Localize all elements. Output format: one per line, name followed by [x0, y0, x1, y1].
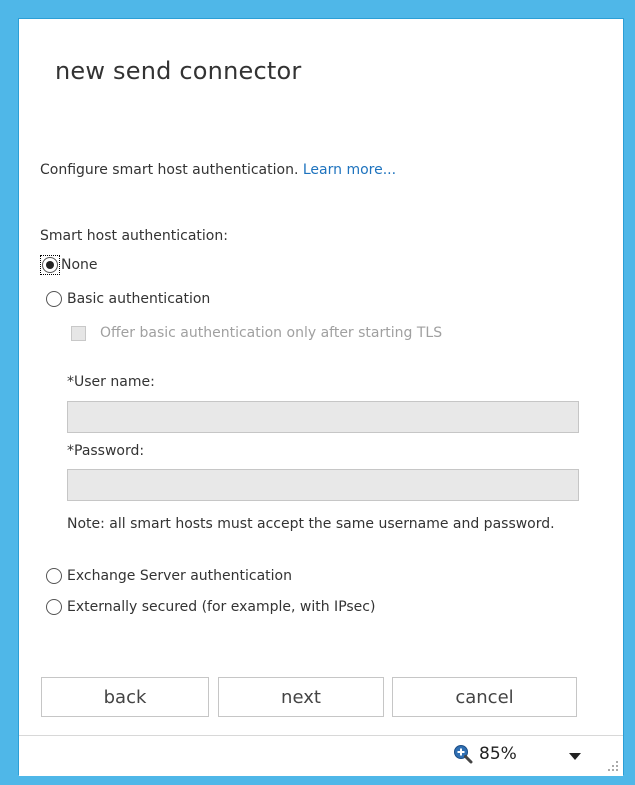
radio-externally-secured[interactable]: Externally secured (for example, with IP…	[46, 599, 375, 615]
zoom-in-icon[interactable]	[453, 744, 473, 764]
learn-more-link[interactable]: Learn more...	[303, 162, 396, 178]
zoom-control[interactable]: 85%	[453, 744, 517, 764]
radio-external-label: Externally secured (for example, with IP…	[67, 599, 376, 615]
radio-button-icon[interactable]	[46, 291, 62, 307]
radio-none[interactable]: None	[40, 255, 98, 275]
intro-text: Configure smart host authentication. Lea…	[40, 162, 396, 178]
radio-button-icon[interactable]	[46, 568, 62, 584]
status-bar: 85%	[19, 735, 623, 776]
smart-host-note: Note: all smart hosts must accept the sa…	[67, 516, 555, 532]
chevron-down-icon[interactable]	[569, 753, 581, 761]
tls-checkbox-label: Offer basic authentication only after st…	[100, 325, 443, 341]
back-button[interactable]: back	[41, 677, 209, 717]
radio-basic-auth[interactable]: Basic authentication	[46, 291, 210, 307]
zoom-level: 85%	[479, 744, 517, 764]
smart-host-auth-label: Smart host authentication:	[40, 228, 228, 244]
password-label: *Password:	[67, 443, 145, 459]
radio-exchange-auth[interactable]: Exchange Server authentication	[46, 568, 292, 584]
username-field[interactable]	[67, 401, 579, 433]
page-title: new send connector	[55, 57, 302, 85]
focus-ring	[40, 255, 60, 275]
username-label: *User name:	[67, 374, 155, 390]
dialog-window: new send connector Configure smart host …	[18, 18, 624, 776]
tls-checkbox-row: Offer basic authentication only after st…	[71, 320, 511, 347]
radio-button-icon[interactable]	[42, 257, 58, 273]
radio-none-label: None	[61, 257, 98, 273]
intro-label: Configure smart host authentication.	[40, 162, 303, 178]
radio-basic-label: Basic authentication	[67, 291, 211, 307]
password-field[interactable]	[67, 469, 579, 501]
resize-grip-icon[interactable]	[607, 760, 619, 772]
radio-button-icon[interactable]	[46, 599, 62, 615]
next-button[interactable]: next	[218, 677, 384, 717]
cancel-button[interactable]: cancel	[392, 677, 577, 717]
radio-exchange-label: Exchange Server authentication	[67, 568, 292, 584]
tls-checkbox[interactable]	[71, 326, 86, 341]
